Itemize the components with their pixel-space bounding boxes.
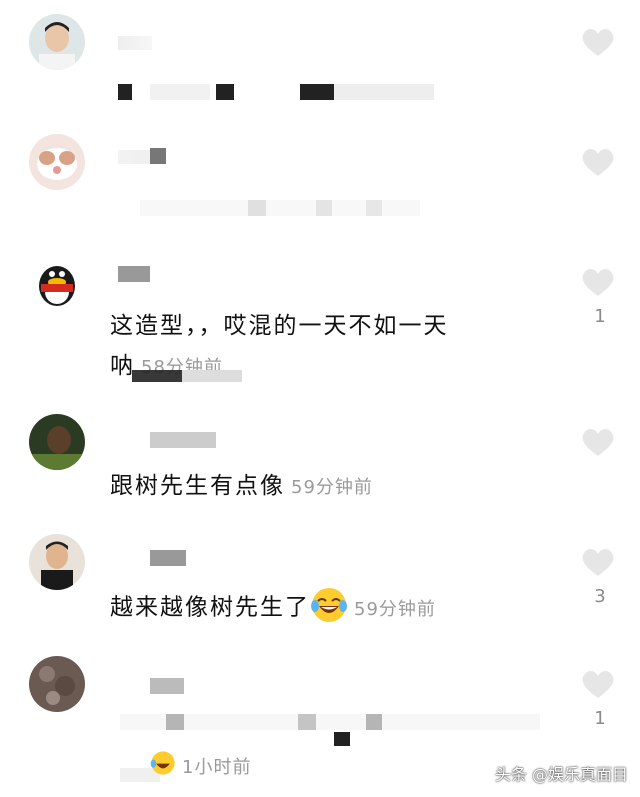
redacted-block: [182, 370, 242, 382]
username-redacted: [118, 266, 150, 282]
like-heart-icon[interactable]: [580, 146, 616, 178]
comment-meta: 1小时前: [150, 750, 251, 782]
redacted-text-block: [120, 714, 540, 730]
laughing-crying-face-icon: [310, 586, 348, 630]
like-heart-icon[interactable]: [580, 266, 616, 298]
like-heart-icon[interactable]: [580, 426, 616, 458]
redacted-text-block: [300, 84, 334, 100]
like-heart-icon[interactable]: [580, 668, 616, 700]
redacted-text-block: [150, 148, 166, 164]
comment-2: [0, 120, 640, 240]
laughing-crying-face-icon: [150, 750, 176, 782]
avatar[interactable]: [29, 254, 85, 310]
comment-text: 越来越像树先生了 59分钟前: [110, 586, 436, 630]
comment-text-line1: 这造型，，哎混的一天不如一天: [110, 313, 449, 339]
redacted-text-block: [150, 84, 210, 100]
redacted-text-block: [216, 84, 234, 100]
comment-time: 1小时前: [182, 756, 252, 778]
avatar[interactable]: [29, 14, 85, 70]
like-heart-icon[interactable]: [580, 546, 616, 578]
avatar[interactable]: [29, 656, 85, 712]
username-redacted: [150, 678, 184, 694]
comment-time: 59分钟前: [291, 477, 373, 498]
comment-4: 跟树先生有点像 59分钟前: [0, 410, 640, 530]
username-redacted: [118, 36, 152, 50]
like-count: 1: [594, 708, 606, 729]
redacted-text-block: [140, 200, 420, 216]
username-redacted: [150, 550, 186, 566]
comment-text-body: 越来越像树先生了: [110, 594, 310, 621]
redacted-text-block: [118, 84, 132, 100]
comment-1: [0, 0, 640, 120]
watermark: 头条 @娱乐真面目: [494, 765, 628, 784]
like-heart-icon[interactable]: [580, 26, 616, 58]
comment-5: 越来越像树先生了 59分钟前 3: [0, 530, 640, 650]
redacted-text-block: [334, 84, 434, 100]
username-redacted: [150, 432, 216, 448]
like-count: 1: [594, 306, 606, 327]
comment-3: 这造型，，哎混的一天不如一天 呐 58分钟前 1: [0, 240, 640, 390]
redacted-text-block: [334, 732, 350, 746]
avatar[interactable]: [29, 134, 85, 190]
like-count: 3: [594, 586, 606, 607]
comment-text: 跟树先生有点像 59分钟前: [110, 466, 373, 500]
comment-text-body: 跟树先生有点像: [110, 473, 285, 499]
avatar[interactable]: [29, 414, 85, 470]
avatar[interactable]: [29, 534, 85, 590]
redacted-block: [132, 370, 182, 382]
comment-time: 59分钟前: [354, 598, 436, 620]
